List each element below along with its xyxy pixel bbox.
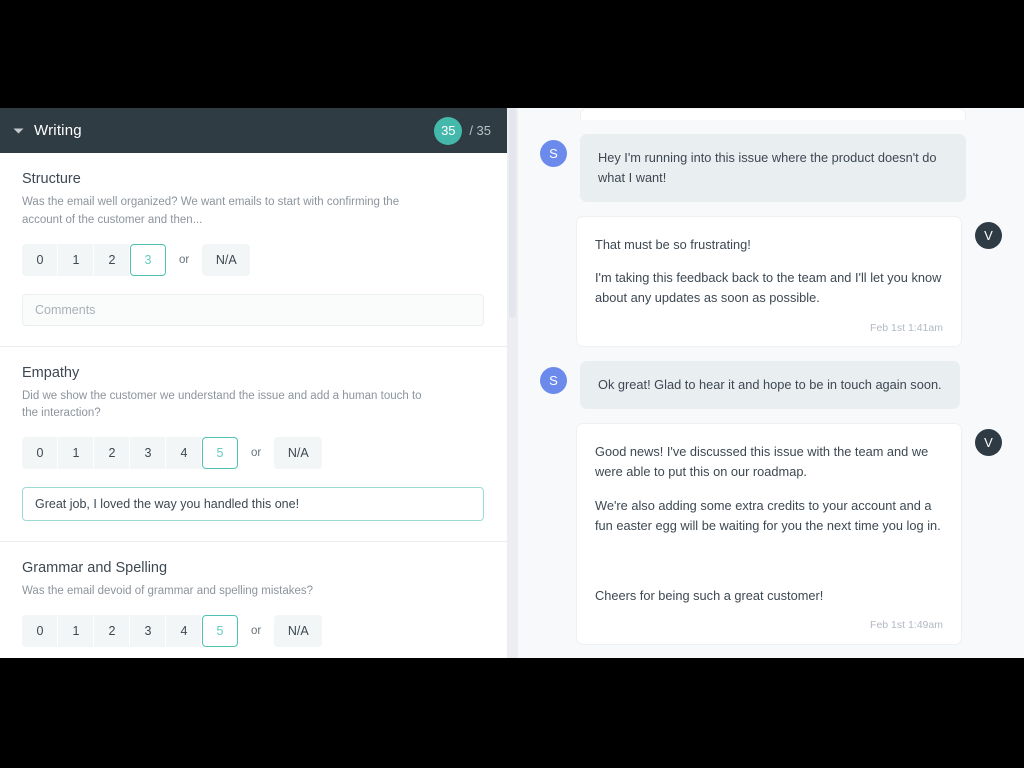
section-title: Grammar and Spelling	[22, 560, 168, 577]
scorecard-title: Writing	[34, 122, 82, 139]
scorecard-section-structure: Structure Was the email well organized? …	[0, 153, 507, 347]
rating-row: 0 1 2 3 or N/A	[22, 243, 485, 276]
rating-option-na[interactable]: N/A	[274, 615, 323, 648]
rating-option-0[interactable]: 0	[22, 615, 58, 648]
rating-option-2[interactable]: 2	[94, 615, 130, 648]
or-label: or	[251, 625, 262, 638]
score-total: / 35	[469, 123, 491, 138]
app-viewport: Writing 35 / 35 Structure Was the email …	[0, 108, 1024, 658]
rating-option-na[interactable]: N/A	[274, 437, 323, 470]
section-description: Was the email well organized? We want em…	[22, 196, 400, 226]
message-text: We're also adding some extra credits to …	[595, 497, 941, 533]
rating-group: 0 1 2 3 4 5	[22, 437, 238, 470]
section-title: Empathy	[22, 364, 80, 381]
chevron-down-icon[interactable]	[10, 123, 26, 139]
message-bubble: Hey I'm running into this issue where th…	[580, 134, 966, 202]
avatar: V	[975, 221, 1002, 249]
scorecard-section-empathy: Empathy Did we show the customer we unde…	[0, 347, 507, 543]
rating-option-0[interactable]: 0	[22, 243, 58, 276]
rating-row: 0 1 2 3 4 5 or N/A	[22, 437, 485, 470]
chat-message-list: S Hey I'm running into this issue where …	[540, 108, 1002, 645]
screen: Writing 35 / 35 Structure Was the email …	[0, 0, 1024, 768]
avatar: S	[540, 140, 567, 167]
scorecard-header[interactable]: Writing 35 / 35	[0, 108, 507, 153]
message-bubble: Good news! I've discussed this issue wit…	[576, 423, 962, 645]
chat-transcript-panel[interactable]: S Hey I'm running into this issue where …	[518, 108, 1024, 658]
comment-input[interactable]: Great job, I loved the way you handled t…	[22, 487, 484, 522]
rating-option-5[interactable]: 5	[202, 615, 238, 648]
message-text: Good news! I've discussed this issue wit…	[595, 444, 929, 480]
message-text: Hey I'm running into this issue where th…	[598, 150, 937, 185]
rating-row: 0 1 2 3 4 5 or N/A	[22, 615, 485, 648]
avatar: S	[540, 367, 567, 395]
comment-input[interactable]: Comments	[22, 293, 484, 326]
rating-group: 0 1 2 3 4 5	[22, 615, 238, 648]
rating-option-0[interactable]: 0	[22, 437, 58, 470]
message-timestamp: Feb 1st 1:41am	[870, 322, 943, 335]
scorecard-panel: Writing 35 / 35 Structure Was the email …	[0, 108, 507, 658]
message-partial-above	[580, 108, 966, 120]
scorecard-section-grammar-and-spelling: Grammar and Spelling Was the email devoi…	[0, 542, 507, 658]
rating-option-2[interactable]: 2	[94, 243, 130, 276]
or-label: or	[179, 253, 190, 266]
message-text: I'm taking this feedback back to the tea…	[595, 270, 942, 306]
rating-option-1[interactable]: 1	[58, 615, 94, 648]
message-timestamp: Feb 1st 1:49am	[870, 619, 943, 632]
message-text: That must be so frustrating!	[595, 236, 751, 252]
rating-option-3[interactable]: 3	[130, 437, 166, 470]
avatar: V	[975, 429, 1002, 457]
rating-option-1[interactable]: 1	[58, 437, 94, 470]
chat-message-agent: That must be so frustrating! I'm taking …	[540, 215, 1002, 348]
message-bubble: Ok great! Glad to hear it and hope to be…	[580, 361, 960, 410]
section-title: Structure	[22, 171, 81, 187]
rating-option-3[interactable]: 3	[130, 615, 166, 648]
rating-option-na[interactable]: N/A	[202, 243, 251, 276]
scorecard-scrollbar[interactable]	[507, 108, 518, 658]
section-description: Did we show the customer we understand t…	[22, 389, 422, 420]
score-badge: 35	[434, 116, 463, 145]
rating-option-5[interactable]: 5	[202, 437, 238, 470]
message-text: Ok great! Glad to hear it and hope to be…	[598, 377, 942, 393]
chat-message-customer: S Hey I'm running into this issue where …	[540, 134, 1002, 202]
or-label: or	[251, 447, 262, 460]
rating-option-2[interactable]: 2	[94, 437, 130, 470]
rating-option-3[interactable]: 3	[130, 243, 166, 276]
rating-option-1[interactable]: 1	[58, 243, 94, 276]
message-bubble: That must be so frustrating! I'm taking …	[576, 215, 962, 348]
scrollbar-thumb[interactable]	[509, 108, 516, 318]
rating-group: 0 1 2 3	[22, 243, 166, 276]
rating-option-4[interactable]: 4	[166, 615, 202, 648]
chat-message-agent: Good news! I've discussed this issue wit…	[540, 423, 1002, 645]
scorecard-sections: Structure Was the email well organized? …	[0, 153, 507, 658]
chat-message-customer: S Ok great! Glad to hear it and hope to …	[540, 361, 1002, 410]
message-text: Cheers for being such a great customer!	[595, 587, 824, 603]
section-description: Was the email devoid of grammar and spel…	[22, 585, 314, 598]
rating-option-4[interactable]: 4	[166, 437, 202, 470]
score-summary: 35 / 35	[434, 116, 491, 145]
